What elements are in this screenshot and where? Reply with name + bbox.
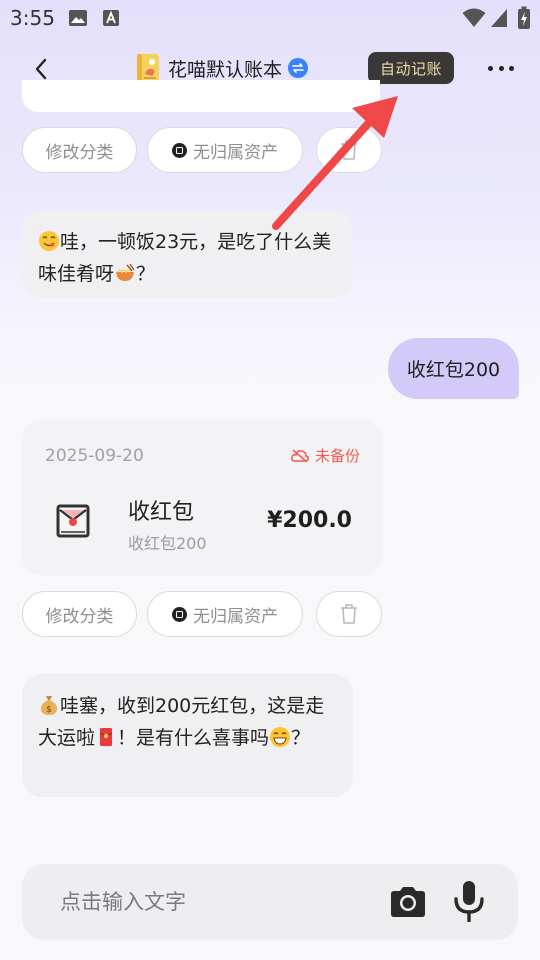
chevron-left-icon	[35, 58, 47, 80]
more-dot	[498, 65, 504, 71]
delete-button[interactable]	[316, 591, 382, 637]
switch-book-icon	[288, 58, 309, 78]
record-note: 收红包200	[128, 534, 207, 553]
change-category-button[interactable]: 修改分类	[22, 591, 137, 637]
record-title: 收红包	[128, 500, 195, 525]
camera-icon[interactable]	[388, 882, 428, 922]
no-asset-button[interactable]: 无归属资产	[147, 127, 303, 173]
wallet-icon	[172, 142, 187, 158]
status-time: 3:55	[10, 6, 55, 30]
more-dot	[509, 65, 514, 71]
battery-charging-icon	[518, 6, 530, 29]
change-category-label: 修改分类	[45, 142, 114, 163]
previous-record-card[interactable]	[22, 80, 380, 112]
trash-icon	[341, 140, 357, 160]
assistant-message-suffix: ？	[136, 263, 156, 285]
red-envelope-emoji-icon	[99, 728, 113, 746]
wallet-icon	[172, 606, 187, 622]
assistant-message-text-2: ！是有什么喜事吗	[117, 727, 270, 749]
input-bar	[22, 864, 518, 940]
change-category-label: 修改分类	[45, 606, 114, 627]
microphone-icon[interactable]	[452, 880, 486, 922]
noodle-bowl-emoji-icon	[116, 263, 135, 281]
no-asset-button[interactable]: 无归属资产	[147, 591, 303, 637]
gallery-notification-icon	[69, 10, 87, 26]
auto-record-button[interactable]: 自动记账	[368, 52, 454, 84]
user-message: 收红包200	[388, 338, 519, 399]
change-category-button[interactable]: 修改分类	[22, 127, 137, 173]
delete-button[interactable]	[316, 127, 382, 173]
more-dot	[488, 65, 493, 71]
wifi-icon	[462, 8, 486, 27]
status-bar: 3:55	[0, 0, 540, 36]
yum-face-emoji-icon	[39, 231, 59, 251]
assistant-message-text: 哇，一顿饭23元，是吃了什么美味佳肴呀	[38, 231, 332, 285]
message-input[interactable]	[60, 886, 360, 918]
signal-icon	[491, 9, 507, 27]
assistant-message: $ 哇塞，收到200元红包，这是走大运啦 ！是有什么喜事吗 ？	[22, 674, 353, 797]
no-asset-label: 无归属资产	[193, 142, 278, 163]
backup-status: 未备份	[291, 445, 360, 466]
assistant-message-suffix: ？	[291, 727, 311, 749]
money-bag-emoji-icon: $	[40, 696, 58, 715]
app-notification-icon	[103, 10, 119, 26]
record-amount: ¥200.0	[267, 508, 352, 533]
ledger-title: 花喵默认账本	[168, 58, 283, 81]
trash-icon	[341, 604, 357, 624]
backup-status-label: 未备份	[314, 447, 360, 465]
cloud-off-icon	[291, 448, 309, 463]
record-date: 2025-09-20	[45, 446, 144, 466]
record-card[interactable]: 2025-09-20 未备份 收红包 收红包200 ¥200.0	[22, 420, 382, 574]
no-asset-label: 无归属资产	[193, 606, 278, 627]
svg-text:$: $	[46, 705, 52, 715]
red-envelope-icon	[56, 504, 90, 538]
assistant-message: 哇，一顿饭23元，是吃了什么美味佳肴呀 ？	[22, 210, 353, 298]
more-menu-button[interactable]	[486, 56, 516, 80]
grinning-face-emoji-icon	[270, 727, 291, 747]
user-message-text: 收红包200	[406, 359, 501, 381]
